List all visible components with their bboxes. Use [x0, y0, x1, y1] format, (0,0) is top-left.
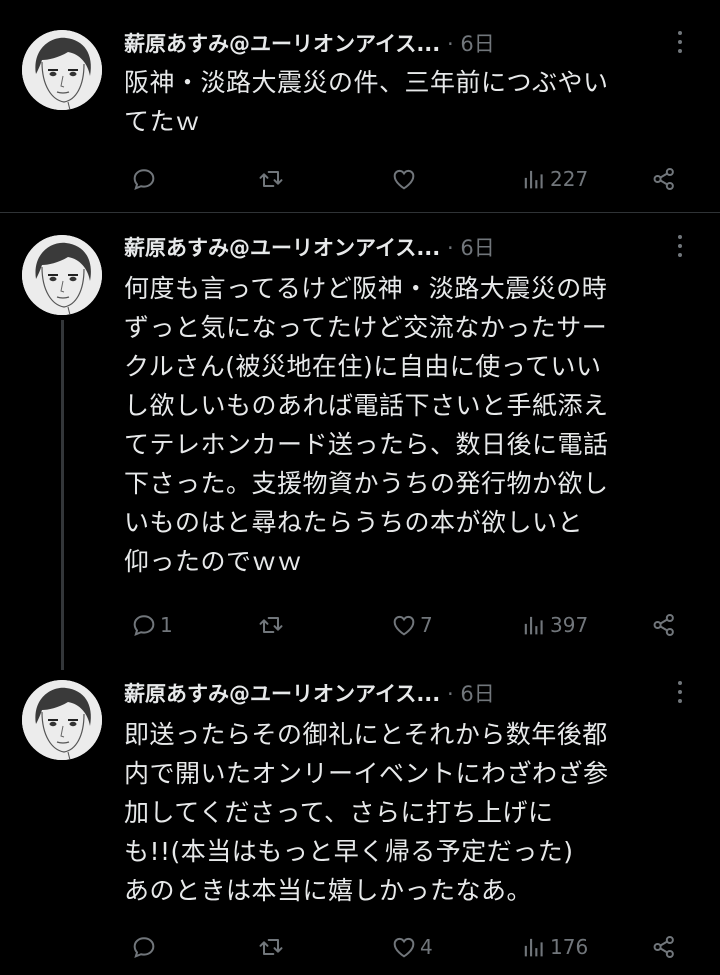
tweet-text-line: 内で開いたオンリーイベントにわざわざ参	[124, 759, 609, 788]
action-bar: 1 7 397	[124, 609, 694, 641]
view-count: 397	[550, 613, 589, 637]
tweet-2[interactable]: 薪原あすみ@ユーリオンアイス... · 6日 何度も言ってるけど阪神・淡路大震災…	[0, 213, 720, 663]
tweet-text-line: あのときは本当に嬉しかったなあ。	[124, 876, 533, 905]
separator-dot: ·	[446, 32, 454, 56]
reply-button[interactable]	[130, 931, 160, 963]
tweet-text-line: 仰ったのでｗｗ	[124, 547, 303, 576]
tweet-text-line: クルさん(被災地在住)に自由に使っていい	[124, 352, 602, 381]
tweet-1[interactable]: 薪原あすみ@ユーリオンアイス... · 6日 阪神・淡路大震災の件、三年前につぶ…	[0, 0, 720, 212]
retweet-button[interactable]	[257, 163, 287, 195]
share-icon	[653, 613, 674, 637]
share-icon	[653, 935, 674, 959]
author-name[interactable]: 薪原あすみ@ユーリオンアイス...	[124, 682, 440, 706]
more-options-icon[interactable]	[676, 681, 684, 705]
tweet-text-line: 即送ったらその御礼にとそれから数年後都	[124, 720, 608, 749]
views-button[interactable]: 176	[520, 931, 588, 963]
share-button[interactable]	[650, 609, 678, 641]
like-button[interactable]	[390, 163, 420, 195]
tweet-3[interactable]: 薪原あすみ@ユーリオンアイス... · 6日 即送ったらその御礼にとそれから数年…	[0, 663, 720, 975]
separator-dot: ·	[446, 236, 454, 260]
heart-icon	[393, 169, 415, 190]
avatar[interactable]	[22, 680, 102, 760]
avatar[interactable]	[22, 235, 102, 315]
tweet-header: 薪原あすみ@ユーリオンアイス... · 6日	[124, 29, 720, 59]
reply-count: 1	[160, 613, 173, 637]
reply-button[interactable]	[130, 163, 160, 195]
more-options-icon[interactable]	[676, 235, 684, 259]
timestamp[interactable]: 6日	[460, 32, 494, 56]
more-options-icon[interactable]	[676, 31, 684, 55]
like-count: 4	[420, 935, 433, 959]
avatar[interactable]	[22, 30, 102, 110]
tweet-text-line: いものはと尋ねたらうちの本が欲しいと	[124, 508, 584, 537]
heart-icon	[393, 615, 415, 636]
heart-icon	[393, 937, 415, 958]
tweet-text-line: ずっと気になってたけど交流なかったサー	[124, 313, 608, 342]
share-button[interactable]	[650, 931, 678, 963]
share-icon	[653, 167, 674, 191]
timestamp[interactable]: 6日	[460, 682, 494, 706]
reply-icon	[133, 169, 155, 191]
tweet-text: 何度も言ってるけど阪神・淡路大震災の時 ずっと気になってたけど交流なかったサー …	[124, 269, 694, 581]
timestamp[interactable]: 6日	[460, 236, 494, 260]
view-count: 176	[550, 935, 589, 959]
retweet-icon	[259, 939, 283, 955]
views-chart-icon	[524, 938, 543, 957]
views-chart-icon	[524, 170, 543, 189]
action-bar: 4 176	[124, 931, 694, 963]
author-name[interactable]: 薪原あすみ@ユーリオンアイス...	[124, 32, 440, 56]
tweet-text-line: 下さった。支援物資かうちの発行物か欲し	[124, 469, 609, 498]
tweet-text-line: も!!(本当はもっと早く帰る予定だった)	[124, 837, 574, 866]
retweet-icon	[259, 171, 283, 187]
views-chart-icon	[524, 616, 543, 635]
tweet-text-line: てテレホンカード送ったら、数日後に電話	[124, 430, 609, 459]
tweet-text-line: てたｗ	[124, 107, 201, 136]
retweet-button[interactable]	[257, 931, 287, 963]
views-button[interactable]: 397	[520, 609, 588, 641]
like-button[interactable]: 7	[390, 609, 433, 641]
tweet-text-line: 加してくださって、さらに打ち上げに	[124, 798, 554, 827]
tweet-header: 薪原あすみ@ユーリオンアイス... · 6日	[124, 233, 720, 263]
action-bar: 227	[124, 163, 694, 195]
separator-dot: ·	[446, 682, 454, 706]
tweet-header: 薪原あすみ@ユーリオンアイス... · 6日	[124, 679, 720, 709]
retweet-button[interactable]	[257, 609, 287, 641]
tweet-text: 即送ったらその御礼にとそれから数年後都 内で開いたオンリーイベントにわざわざ参 …	[124, 715, 694, 910]
retweet-icon	[259, 617, 283, 633]
views-button[interactable]: 227	[520, 163, 588, 195]
like-count: 7	[420, 613, 433, 637]
tweet-text-line: 阪神・淡路大震災の件、三年前につぶやい	[124, 68, 609, 97]
like-button[interactable]: 4	[390, 931, 433, 963]
reply-icon	[133, 937, 155, 959]
share-button[interactable]	[650, 163, 678, 195]
tweet-text: 阪神・淡路大震災の件、三年前につぶやい てたｗ	[124, 63, 694, 141]
reply-icon	[133, 615, 155, 637]
author-name[interactable]: 薪原あすみ@ユーリオンアイス...	[124, 236, 440, 260]
tweet-text-line: 何度も言ってるけど阪神・淡路大震災の時	[124, 274, 608, 303]
view-count: 227	[550, 167, 589, 191]
tweet-text-line: し欲しいものあれば電話下さいと手紙添え	[124, 391, 609, 420]
reply-button[interactable]: 1	[130, 609, 173, 641]
